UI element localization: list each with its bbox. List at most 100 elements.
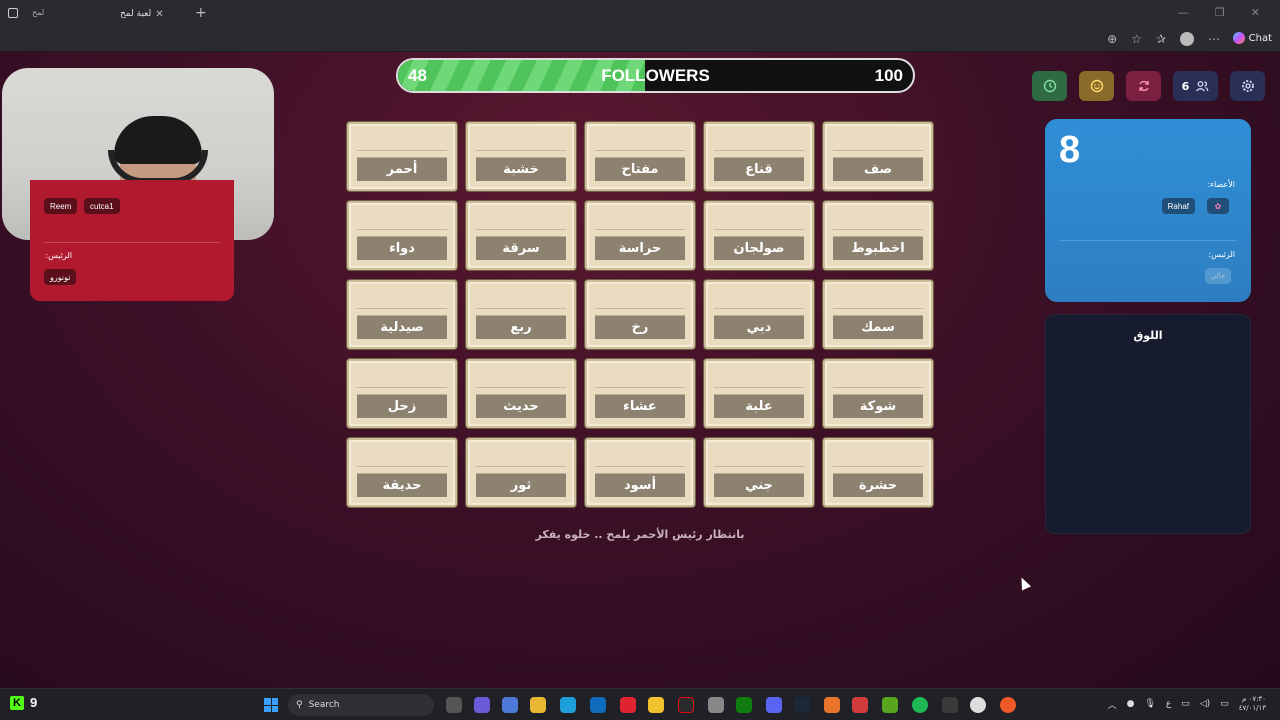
red-member-chip[interactable]: cutca1 — [84, 198, 120, 214]
refresh-button[interactable] — [1126, 71, 1161, 101]
chat-button[interactable]: Chat — [1232, 32, 1272, 44]
timer-button[interactable] — [1032, 71, 1067, 101]
minecraft-icon[interactable] — [882, 697, 898, 713]
word-card[interactable]: عشاء — [585, 359, 695, 428]
app-icon[interactable] — [1000, 697, 1016, 713]
blue-member-chip[interactable]: Rahaf — [1161, 198, 1195, 214]
word-card[interactable]: اخطبوط — [823, 201, 933, 270]
zoom-icon[interactable]: ⊕ — [1107, 32, 1117, 46]
card-divider — [714, 308, 804, 309]
word-card[interactable]: قناع — [704, 122, 814, 191]
start-icon[interactable] — [264, 698, 278, 712]
app-icon[interactable] — [852, 697, 868, 713]
store-icon[interactable] — [502, 697, 518, 713]
card-word: حديقة — [357, 473, 447, 497]
word-card[interactable]: أسود — [585, 438, 695, 507]
card-divider — [595, 308, 685, 309]
players-button[interactable]: 6 — [1173, 71, 1218, 101]
favorites-icon[interactable]: ✰ — [1156, 32, 1166, 46]
tray-app-icon[interactable]: ● — [1127, 699, 1135, 709]
steam-icon[interactable] — [794, 697, 810, 713]
word-card[interactable]: زحل — [347, 359, 457, 428]
profile-avatar[interactable] — [1180, 32, 1194, 46]
opera-icon[interactable] — [620, 697, 636, 713]
settings-app-icon[interactable] — [708, 697, 724, 713]
obs-icon[interactable] — [970, 697, 986, 713]
red-leader-chip[interactable]: تونورو — [44, 269, 77, 285]
new-tab-icon[interactable]: + — [195, 5, 207, 21]
outlook-icon[interactable] — [590, 697, 606, 713]
taskbar-search[interactable]: ⚲ Search — [288, 694, 434, 716]
card-divider — [476, 229, 566, 230]
spotify-icon[interactable] — [912, 697, 928, 713]
clock-date: ٤٧/٠١/١٣ — [1238, 704, 1266, 712]
copilot-app-icon[interactable] — [474, 697, 490, 713]
card-divider — [357, 229, 447, 230]
blue-leader-empty: خالي — [1205, 268, 1231, 284]
word-card[interactable]: صولجان — [704, 201, 814, 270]
clock[interactable]: ٠٧:٣٠ م ٤٧/٠١/١٣ — [1239, 695, 1266, 713]
battery-icon[interactable]: ▭ — [1220, 699, 1229, 709]
browser-tab-small[interactable]: لمح — [32, 8, 44, 17]
game-page: Reem cutca1 :الرئيس تونورو 48 FOLLOWERS … — [0, 52, 1280, 688]
word-card[interactable]: صف — [823, 122, 933, 191]
word-card[interactable]: حشرة — [823, 438, 933, 507]
app-icon[interactable] — [648, 697, 664, 713]
star-icon[interactable]: ☆ — [1131, 32, 1142, 46]
task-view-icon[interactable] — [446, 697, 462, 713]
word-card[interactable]: علبة — [704, 359, 814, 428]
window-icon[interactable] — [8, 8, 18, 18]
word-card[interactable]: شوكة — [823, 359, 933, 428]
maximize-icon[interactable]: ❐ — [1215, 6, 1225, 19]
word-card[interactable]: أحمر — [347, 122, 457, 191]
log-panel: اللوق — [1045, 314, 1251, 534]
word-card[interactable]: سرقة — [466, 201, 576, 270]
more-icon[interactable]: ⋯ — [1208, 32, 1220, 46]
folder-icon[interactable] — [530, 697, 546, 713]
word-card[interactable]: خشبة — [466, 122, 576, 191]
word-card[interactable]: ثور — [466, 438, 576, 507]
app-icon[interactable] — [824, 697, 840, 713]
word-card[interactable]: حديث — [466, 359, 576, 428]
word-card[interactable]: دواء — [347, 201, 457, 270]
kick-count: 9 — [30, 695, 38, 710]
discord-icon[interactable] — [766, 697, 782, 713]
card-word: أسود — [595, 473, 685, 497]
browser-tab-active[interactable]: لعبة لمح ✕ — [120, 4, 190, 24]
card-word: شوكة — [833, 394, 923, 418]
word-card[interactable]: ربع — [466, 280, 576, 349]
close-tab-icon[interactable]: ✕ — [155, 9, 163, 20]
tray-language[interactable]: ع — [1166, 699, 1171, 709]
settings-button[interactable] — [1230, 71, 1265, 101]
app-icon[interactable] — [942, 697, 958, 713]
minimize-icon[interactable]: — — [1178, 6, 1189, 19]
word-card[interactable]: جني — [704, 438, 814, 507]
network-icon[interactable]: ▭ — [1181, 699, 1190, 709]
word-card[interactable]: حراسة — [585, 201, 695, 270]
close-window-icon[interactable]: ✕ — [1251, 6, 1260, 19]
card-divider — [476, 308, 566, 309]
card-divider — [833, 308, 923, 309]
red-member-chip[interactable]: Reem — [44, 198, 78, 214]
card-divider — [714, 387, 804, 388]
word-card[interactable]: حديقة — [347, 438, 457, 507]
system-tray: ︿ ● 🎙 ع ▭ ◁) ▭ ٠٧:٣٠ م ٤٧/٠١/١٣ — [1108, 695, 1266, 713]
word-card[interactable]: دبي — [704, 280, 814, 349]
card-word: خشبة — [476, 157, 566, 181]
word-card[interactable]: مفتاح — [585, 122, 695, 191]
emoji-button[interactable] — [1079, 71, 1114, 101]
red-team-panel: Reem cutca1 :الرئيس تونورو — [30, 180, 234, 301]
chevron-up-icon[interactable]: ︿ — [1108, 698, 1117, 711]
mic-icon[interactable]: 🎙 — [1144, 699, 1155, 709]
xbox-icon[interactable] — [736, 697, 752, 713]
volume-icon[interactable]: ◁) — [1200, 699, 1210, 709]
word-card[interactable]: رخ — [585, 280, 695, 349]
word-card[interactable]: سمك — [823, 280, 933, 349]
word-card[interactable]: صيدلية — [347, 280, 457, 349]
flower-icon[interactable]: ✿ — [1207, 198, 1229, 214]
edge-icon[interactable] — [560, 697, 576, 713]
kick-widget[interactable]: K 9 — [10, 695, 37, 710]
card-divider — [476, 387, 566, 388]
card-divider — [833, 466, 923, 467]
netflix-icon[interactable] — [678, 697, 694, 713]
